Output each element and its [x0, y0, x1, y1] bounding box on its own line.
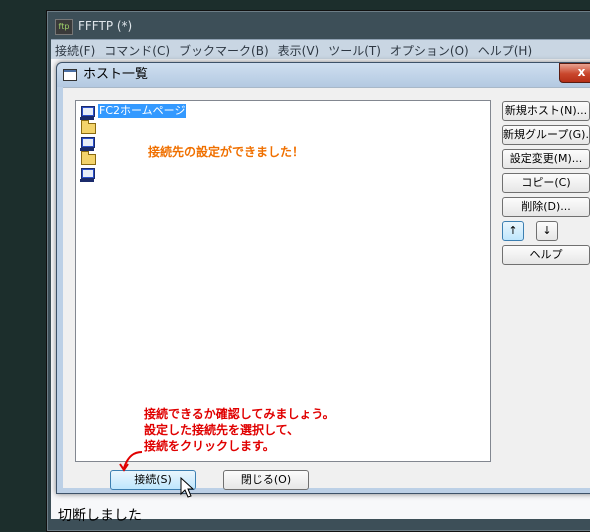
folder-icon	[81, 151, 96, 165]
menu-bookmark[interactable]: ブックマーク(B)	[175, 40, 274, 60]
menu-tools[interactable]: ツール(T)	[324, 40, 386, 60]
dialog-titlebar[interactable]: ホスト一覧 x	[57, 63, 590, 87]
menu-options[interactable]: オプション(O)	[386, 40, 474, 60]
close-button[interactable]: x	[559, 63, 590, 83]
host-label[interactable]: FC2ホームページ	[98, 104, 187, 118]
close-dialog-button[interactable]: 閉じる(O)	[223, 470, 309, 490]
move-down-button[interactable]: ↓	[536, 221, 558, 241]
menu-command[interactable]: コマンド(C)	[100, 40, 175, 60]
menu-connect[interactable]: 接続(F)	[51, 40, 100, 60]
menu-view[interactable]: 表示(V)	[274, 40, 325, 60]
annotation-line: 接続をクリックします。	[144, 439, 275, 453]
menu-bar: 接続(F) コマンド(C) ブックマーク(B) 表示(V) ツール(T) オプション(O)…	[51, 39, 590, 60]
main-title-text: FFFTP (*)	[78, 19, 133, 33]
annotation-line: 設定した接続先を選択して、	[144, 423, 300, 437]
annotation-arrow	[119, 451, 143, 472]
new-host-button[interactable]: 新規ホスト(N)...	[502, 101, 590, 121]
mouse-cursor-icon	[180, 477, 195, 498]
dialog-title: ホスト一覧	[83, 67, 149, 82]
folder-icon	[81, 120, 96, 134]
log-status-text: 切断しました	[58, 508, 142, 524]
annotation-line: 接続できるか確認してみましょう。	[144, 407, 335, 421]
computer-icon	[80, 106, 95, 120]
computer-icon	[80, 168, 95, 182]
delete-button[interactable]: 削除(D)...	[502, 197, 590, 217]
window-icon	[63, 69, 77, 81]
computer-icon	[80, 137, 95, 151]
ffftp-app-icon: ftp	[55, 18, 73, 35]
menu-help[interactable]: ヘルプ(H)	[474, 40, 537, 60]
annotation-instruction: 接続できるか確認してみましょう。 設定した接続先を選択して、 接続をクリックしま…	[144, 406, 335, 454]
edit-settings-button[interactable]: 設定変更(M)...	[502, 149, 590, 169]
move-up-button[interactable]: ↑	[502, 221, 524, 241]
copy-button[interactable]: コピー(C)	[502, 173, 590, 193]
annotation-done: 接続先の設定ができました！	[148, 145, 305, 159]
help-button[interactable]: ヘルプ	[502, 245, 590, 265]
main-title: ftp FFFTP (*)	[55, 15, 132, 37]
new-group-button[interactable]: 新規グループ(G)...	[502, 125, 590, 145]
